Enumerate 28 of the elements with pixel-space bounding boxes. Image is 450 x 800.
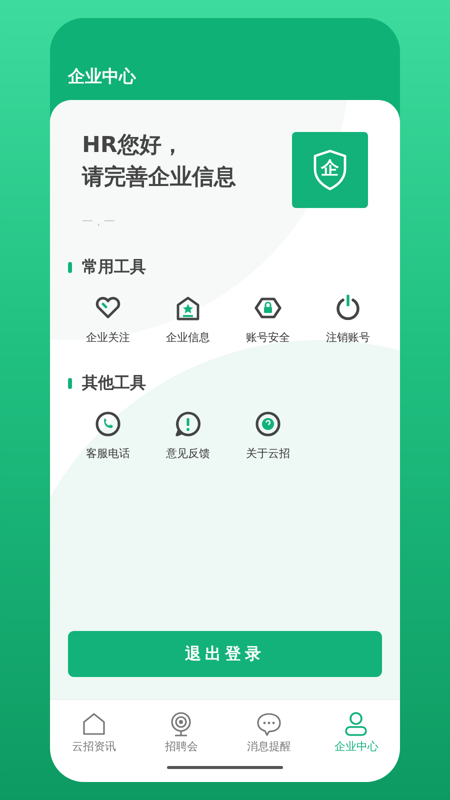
shield-icon xyxy=(312,149,348,191)
tool-button[interactable]: 关于云招 xyxy=(228,410,308,461)
house-star-icon xyxy=(174,294,202,322)
greeting-text: HR您好， xyxy=(82,132,184,160)
badge-glyph: 企 xyxy=(321,157,339,180)
tool-button[interactable]: 注销账号 xyxy=(308,294,388,345)
tab-item[interactable]: 消息提醒 xyxy=(225,700,312,758)
home-icon xyxy=(80,710,107,736)
section-marker xyxy=(68,378,72,389)
page-title: 企业中心 xyxy=(68,66,136,88)
chat-bubble-icon xyxy=(256,710,282,736)
tool-button[interactable]: 意见反馈 xyxy=(148,410,228,461)
tab-item[interactable]: 云招资讯 xyxy=(50,700,138,758)
tab-item[interactable]: 招聘会 xyxy=(138,700,225,758)
tool-button[interactable]: 账号安全 xyxy=(228,294,308,345)
phone-icon xyxy=(94,410,122,438)
tool-button[interactable]: 企业关注 xyxy=(68,294,148,345)
user-icon xyxy=(343,710,370,736)
power-icon xyxy=(334,294,362,322)
help-icon xyxy=(254,410,282,438)
greeting-text: 请完善企业信息 xyxy=(82,164,236,192)
subtitle-text: 一，一 xyxy=(82,214,116,229)
section-marker xyxy=(68,262,72,273)
tool-button[interactable]: 客服电话 xyxy=(68,410,148,461)
section-title: 常用工具 xyxy=(82,257,146,278)
section-title: 其他工具 xyxy=(82,373,146,394)
tool-button[interactable]: 企业信息 xyxy=(148,294,228,345)
exclamation-bubble-icon xyxy=(174,410,202,438)
